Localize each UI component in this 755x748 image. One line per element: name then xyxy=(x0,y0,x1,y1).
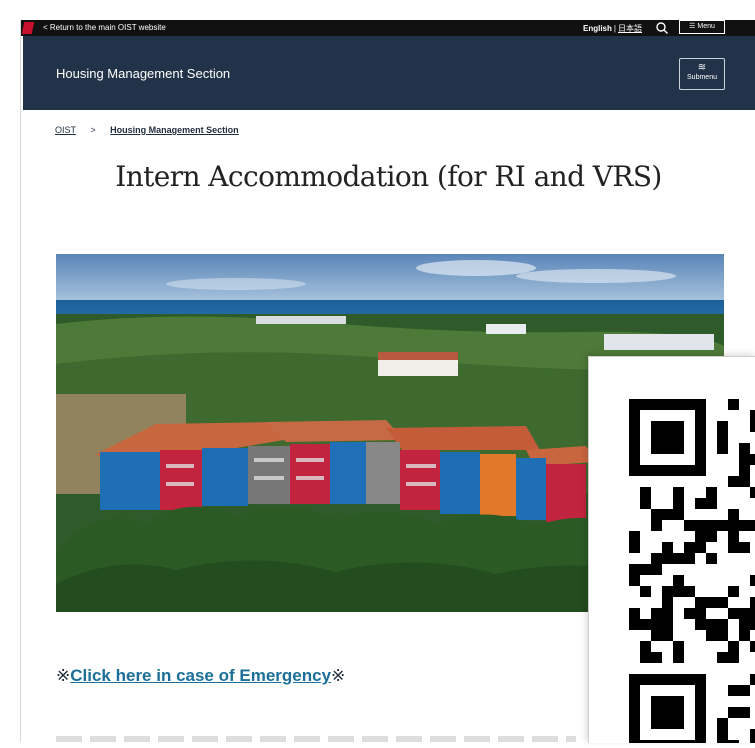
return-main-site-link[interactable]: < Return to the main OIST website xyxy=(43,23,166,32)
oist-logo-icon[interactable] xyxy=(21,22,35,34)
menu-button[interactable]: ☰ Menu xyxy=(679,20,725,34)
lang-separator: | xyxy=(613,24,616,33)
breadcrumb-separator: > xyxy=(90,125,96,135)
qr-code-icon xyxy=(629,399,755,748)
breadcrumb-current-link[interactable]: Housing Management Section xyxy=(110,125,239,135)
section-header: Housing Management Section ≋ Submenu xyxy=(23,36,755,110)
breadcrumb-root-link[interactable]: OIST xyxy=(55,125,76,135)
submenu-label: Submenu xyxy=(687,74,717,81)
emergency-prefix: ※ xyxy=(56,666,71,685)
page-title: Intern Accommodation (for RI and VRS) xyxy=(115,160,662,193)
search-icon[interactable] xyxy=(655,21,669,35)
hamburger-icon: ☰ xyxy=(689,23,696,30)
breadcrumb: OIST > Housing Management Section xyxy=(55,125,239,135)
qr-code-panel xyxy=(588,356,755,748)
submenu-button[interactable]: ≋ Submenu xyxy=(679,58,725,90)
utility-bar: < Return to the main OIST website Englis… xyxy=(21,20,755,36)
lang-japanese[interactable]: 日本語 xyxy=(618,24,642,33)
emergency-link[interactable]: Click here in case of Emergency xyxy=(70,666,331,685)
lang-english[interactable]: English xyxy=(583,24,612,33)
chevrons-down-icon: ≋ xyxy=(697,62,707,73)
emergency-notice: ※Click here in case of Emergency※ xyxy=(56,666,345,686)
emergency-suffix: ※ xyxy=(331,666,346,685)
section-title[interactable]: Housing Management Section xyxy=(56,66,230,81)
language-switcher: English | 日本語 xyxy=(583,23,642,34)
truncated-heading xyxy=(56,736,576,742)
menu-label: Menu xyxy=(697,23,715,30)
